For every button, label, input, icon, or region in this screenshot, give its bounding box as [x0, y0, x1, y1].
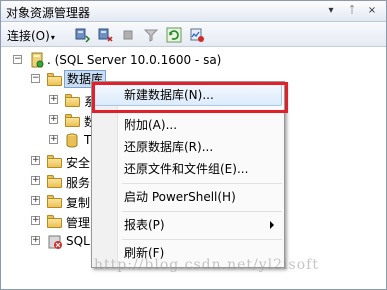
- server-label: . (SQL Server 10.0.1600 - sa): [47, 53, 222, 67]
- sql-agent-icon: [48, 235, 62, 249]
- folder-icon: [47, 175, 63, 188]
- toolbar: 连接(O)▾: [1, 23, 386, 47]
- panel-title: 对象资源管理器: [6, 6, 91, 20]
- server-icon: [31, 52, 44, 68]
- object-explorer-panel: 对象资源管理器 ▾ ᛏ × 连接(O)▾ − . (SQL Server 10.…: [0, 0, 387, 290]
- close-icon[interactable]: ×: [365, 4, 379, 18]
- connect-button[interactable]: 连接(O)▾: [7, 27, 55, 44]
- submenu-arrow-icon: [270, 221, 274, 229]
- tree-node-server[interactable]: − . (SQL Server 10.0.1600 - sa): [1, 51, 386, 69]
- folder-icon: [47, 155, 63, 168]
- expand-icon[interactable]: +: [31, 216, 40, 225]
- connect-label: 连接(O): [7, 29, 50, 43]
- tree-node-replication[interactable]: + 复制: [1, 192, 91, 210]
- expand-icon[interactable]: +: [49, 135, 58, 144]
- title-bar: 对象资源管理器 ▾ ᛏ ×: [1, 1, 386, 22]
- tree-node-security[interactable]: + 安全: [1, 152, 91, 170]
- menu-item-attach[interactable]: 附加(A)...: [94, 114, 282, 136]
- folder-icon: [65, 94, 81, 107]
- tree-label: SQL: [66, 234, 90, 248]
- expand-icon[interactable]: +: [31, 156, 40, 165]
- tree-node-database[interactable]: + T: [1, 131, 91, 149]
- tree-label: 复制: [66, 196, 91, 210]
- menu-separator: [122, 211, 282, 212]
- expand-icon[interactable]: +: [31, 176, 40, 185]
- menu-item-restore-files[interactable]: 还原文件和文件组(E)...: [94, 158, 282, 180]
- dropdown-icon[interactable]: ▾: [324, 4, 338, 18]
- tree-label: 安全: [66, 156, 91, 170]
- pin-icon[interactable]: ᛏ: [345, 4, 359, 18]
- stop-icon[interactable]: [120, 27, 136, 43]
- refresh-icon[interactable]: [166, 27, 182, 43]
- watermark: http://blog.csdn.net/yl2isoft: [94, 257, 319, 273]
- tree-node-management[interactable]: + 管理: [1, 212, 91, 230]
- chevron-down-icon: ▾: [50, 33, 55, 42]
- collapse-icon[interactable]: −: [13, 55, 22, 64]
- connect-server-icon[interactable]: [74, 27, 90, 43]
- menu-separator: [122, 183, 282, 184]
- menu-item-reports[interactable]: 报表(P): [94, 214, 282, 236]
- disconnect-server-icon[interactable]: [97, 27, 113, 43]
- tree-label: 管理: [66, 216, 91, 230]
- expand-icon[interactable]: +: [49, 95, 58, 104]
- menu-item-restore-database[interactable]: 还原数据库(R)...: [94, 136, 282, 158]
- tree-node-server-objects[interactable]: + 服务: [1, 172, 91, 190]
- tree-label: 服务: [66, 176, 91, 190]
- expand-icon[interactable]: +: [31, 236, 40, 245]
- tree-node-system-databases[interactable]: + 系: [1, 91, 96, 109]
- filter-icon[interactable]: [143, 27, 159, 43]
- collapse-icon[interactable]: −: [31, 74, 40, 83]
- folder-icon: [65, 114, 81, 127]
- highlight-annotation-box: [92, 82, 288, 113]
- expand-icon[interactable]: +: [31, 196, 40, 205]
- folder-icon: [47, 215, 63, 228]
- menu-item-reports-label: 报表(P): [124, 218, 165, 232]
- tree-node-snapshots[interactable]: + 数: [1, 111, 96, 129]
- menu-separator: [122, 239, 282, 240]
- database-icon: [66, 133, 78, 148]
- expand-icon[interactable]: +: [49, 115, 58, 124]
- folder-icon: [47, 195, 63, 208]
- activity-monitor-icon[interactable]: [189, 27, 205, 43]
- tree-node-sql-agent[interactable]: + SQL: [1, 232, 91, 250]
- menu-item-start-powershell[interactable]: 启动 PowerShell(H): [94, 186, 282, 208]
- folder-icon: [47, 73, 63, 86]
